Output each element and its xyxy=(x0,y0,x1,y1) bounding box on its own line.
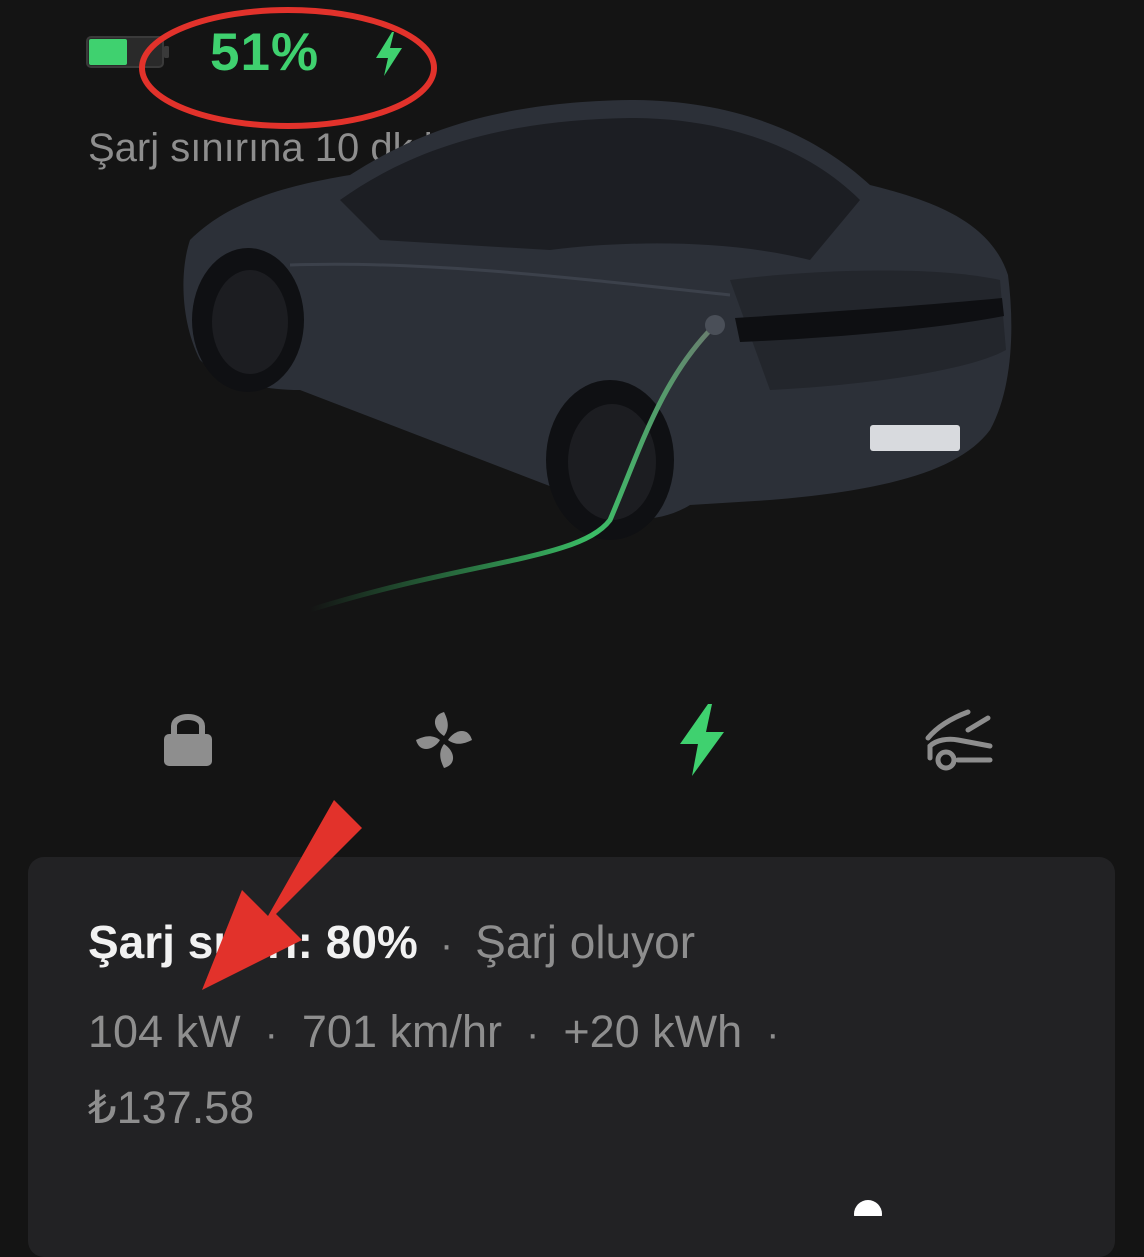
charge-stats-row: 104 kW · 701 km/hr · +20 kWh · xyxy=(88,1004,803,1062)
fan-icon xyxy=(416,712,472,768)
arrow-annotation xyxy=(202,800,362,990)
separator-dot: · xyxy=(264,1012,278,1056)
lightning-icon xyxy=(680,704,724,776)
charging-status-text: Şarj oluyor xyxy=(475,916,696,968)
separator-dot: · xyxy=(766,1012,780,1056)
frunk-icon xyxy=(925,709,993,771)
charge-limit-row: Şarj sınırı: 80%·Şarj oluyor xyxy=(88,914,695,973)
charge-cost: ₺137.58 xyxy=(88,1082,255,1133)
lock-icon xyxy=(164,714,212,766)
separator-dot: · xyxy=(525,1012,540,1056)
separator-dot: · xyxy=(439,923,454,967)
charge-button[interactable] xyxy=(662,700,742,780)
charge-power: 104 kW xyxy=(88,1006,241,1057)
climate-button[interactable] xyxy=(404,700,484,780)
highlight-ellipse-annotation xyxy=(139,7,437,129)
car-image xyxy=(183,100,1012,613)
charge-rate: 701 km/hr xyxy=(301,1006,502,1057)
frunk-button[interactable] xyxy=(918,700,998,780)
lock-button[interactable] xyxy=(148,700,228,780)
energy-added: +20 kWh xyxy=(563,1006,743,1057)
partial-icon xyxy=(854,1200,882,1216)
